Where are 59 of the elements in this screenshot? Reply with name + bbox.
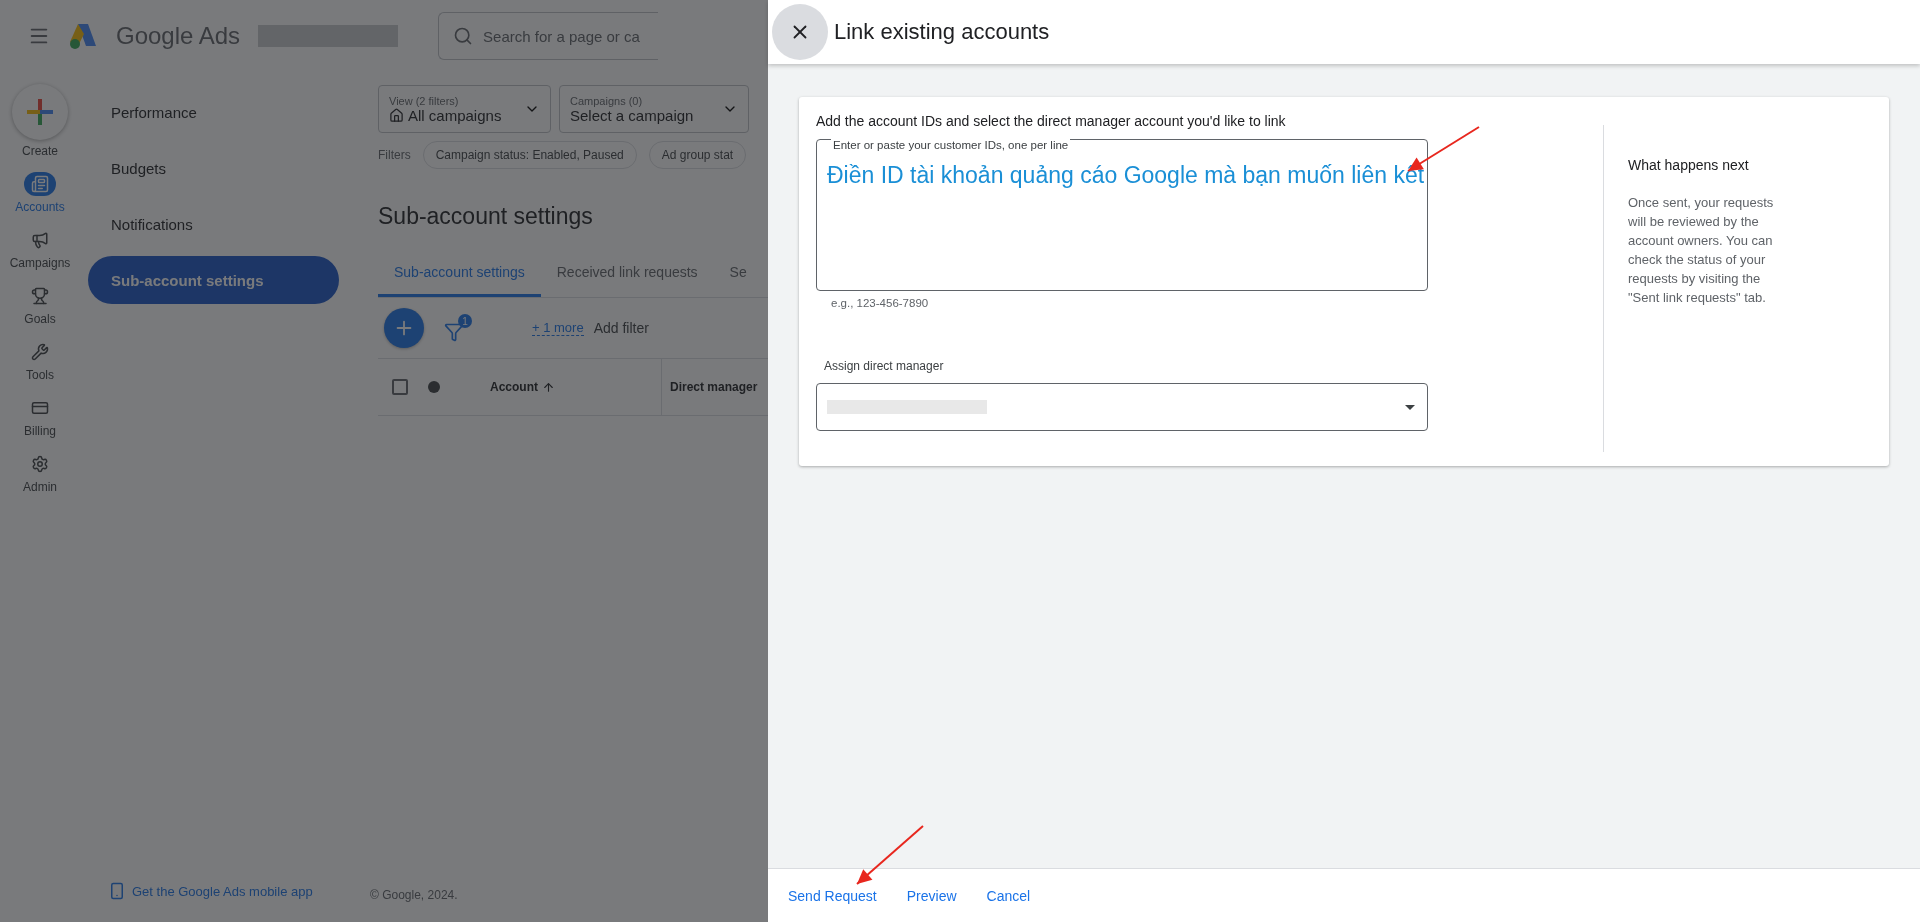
action-button[interactable]: Send Request bbox=[776, 879, 889, 912]
close-button[interactable] bbox=[772, 4, 828, 60]
search-field[interactable]: Search for a page or ca bbox=[438, 12, 659, 60]
dropdown-arrow-icon bbox=[1405, 404, 1415, 410]
status-dot-icon bbox=[428, 381, 440, 393]
triangle-logo-icon bbox=[68, 22, 98, 50]
home-icon bbox=[389, 107, 404, 123]
action-button[interactable]: Cancel bbox=[974, 879, 1043, 912]
megaphone-icon bbox=[31, 231, 49, 249]
rail-item[interactable]: Billing bbox=[24, 396, 56, 438]
sidebar-item[interactable]: Notifications bbox=[88, 200, 339, 248]
action-button[interactable]: Preview bbox=[894, 879, 969, 912]
tools-icon bbox=[31, 343, 49, 361]
field-hint: e.g., 123-456-7890 bbox=[831, 297, 930, 309]
field-label: Assign direct manager bbox=[824, 359, 945, 373]
search-placeholder: Search for a page or ca bbox=[483, 27, 640, 45]
annotation-arrow bbox=[856, 825, 924, 885]
tab[interactable]: Sub-account settings bbox=[378, 252, 541, 297]
trophy-icon bbox=[31, 287, 49, 305]
sidebar-item[interactable]: Performance bbox=[88, 88, 339, 136]
app-name: Google Ads bbox=[116, 22, 241, 50]
filter-icon bbox=[444, 322, 464, 342]
rail-item[interactable]: Admin bbox=[23, 452, 57, 494]
sort-arrow-icon bbox=[542, 380, 555, 394]
more-link[interactable]: + 1 more bbox=[532, 320, 584, 336]
newspaper-icon bbox=[31, 175, 49, 193]
sidebar-item[interactable]: Sub-account settings bbox=[88, 256, 339, 304]
add-filter-button[interactable]: Add filter bbox=[593, 320, 649, 336]
side-text: Once sent, your requests will be reviewed by the account owners. You can check the status of your requests by visiting the "Sent link requests" tab. bbox=[1628, 194, 1775, 307]
side-heading: What happens next bbox=[1628, 157, 1750, 173]
filters-label: Filters bbox=[378, 148, 411, 162]
credit-card-icon bbox=[31, 399, 49, 417]
checkbox[interactable] bbox=[392, 379, 408, 395]
rail-item[interactable]: Accounts bbox=[15, 172, 65, 214]
add-button[interactable] bbox=[384, 308, 424, 348]
page-title: Sub-account settings bbox=[378, 203, 594, 230]
search-icon bbox=[453, 26, 474, 46]
settings-icon bbox=[31, 455, 49, 473]
create-button[interactable] bbox=[12, 84, 68, 140]
phone-icon bbox=[108, 882, 126, 900]
rail-item[interactable]: Campaigns bbox=[9, 228, 71, 270]
dialog-title: Link existing accounts bbox=[834, 19, 1050, 45]
count-badge: 1 bbox=[458, 314, 472, 328]
tab[interactable]: Se bbox=[713, 252, 763, 297]
tab[interactable]: Received link requests bbox=[540, 252, 714, 297]
selector-dropdown[interactable]: View (2 filters) All campaigns bbox=[378, 85, 551, 133]
instruction-text: Add the account IDs and select the direct manager account you'd like to link bbox=[816, 113, 1287, 129]
column-header[interactable]: Direct manager bbox=[661, 358, 758, 416]
rail-item[interactable]: Tools bbox=[24, 340, 56, 382]
filter-button[interactable]: 1 bbox=[444, 314, 472, 342]
sidebar-item[interactable]: Budgets bbox=[88, 144, 339, 192]
copyright: © Google, 2024. bbox=[370, 888, 458, 902]
create-label: Create bbox=[22, 144, 58, 158]
plus-icon bbox=[27, 99, 53, 125]
mobile-app-link[interactable]: Get the Google Ads mobile app bbox=[108, 882, 313, 900]
column-header[interactable]: Account bbox=[490, 380, 555, 394]
rail-item[interactable]: Goals bbox=[24, 284, 56, 326]
selector-dropdown[interactable]: Campaigns (0) Select a campaign bbox=[559, 85, 749, 133]
manager-dropdown[interactable] bbox=[816, 383, 1428, 431]
